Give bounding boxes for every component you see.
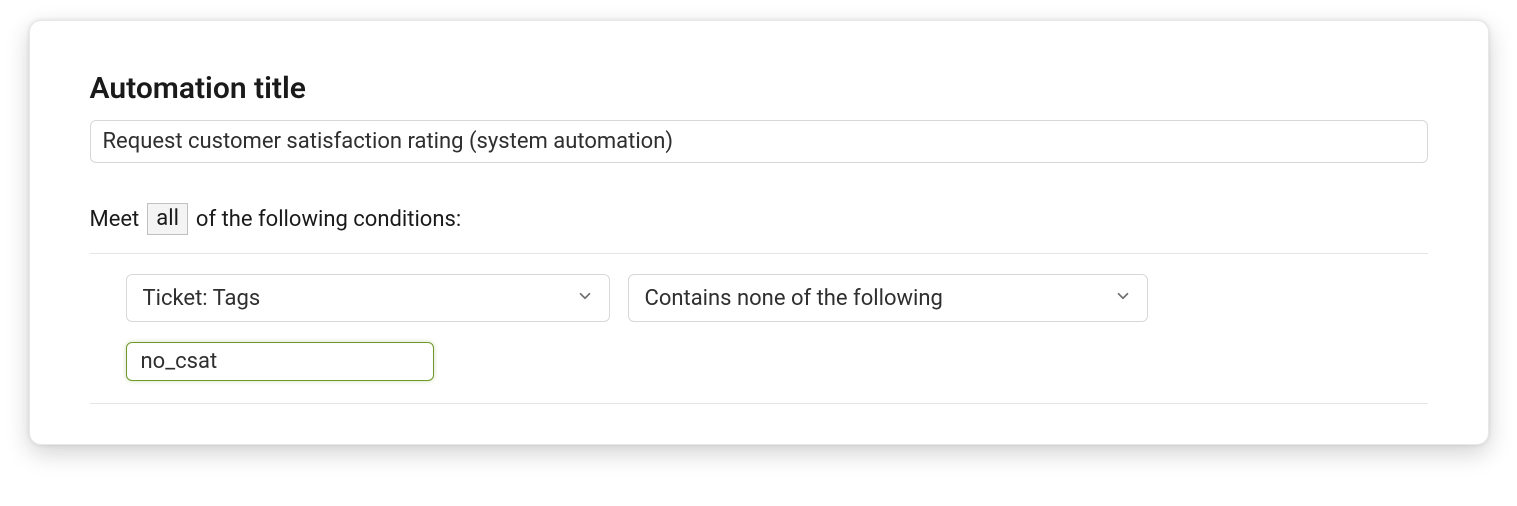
automation-card: Automation title Meet all of the followi… [29,20,1489,445]
conditions-sentence-prefix: Meet [90,207,140,232]
conditions-bottom-divider [90,403,1428,404]
condition-field-select[interactable]: Ticket: Tags [126,274,610,322]
automation-title-input[interactable] [90,120,1428,163]
automation-title-label: Automation title [90,71,1428,106]
condition-value-row [90,328,1428,403]
conditions-sentence: Meet all of the following conditions: [90,203,1428,235]
match-type-selector[interactable]: all [147,203,188,235]
condition-operator-value: Contains none of the following [645,286,943,311]
condition-operator-select-wrap: Contains none of the following [628,274,1148,322]
condition-operator-select[interactable]: Contains none of the following [628,274,1148,322]
condition-field-select-wrap: Ticket: Tags [126,274,610,322]
condition-tag-input[interactable] [126,342,434,381]
condition-field-value: Ticket: Tags [143,286,261,311]
conditions-sentence-suffix: of the following conditions: [196,207,461,232]
condition-row: Ticket: Tags Contains none of the follow… [90,254,1428,328]
